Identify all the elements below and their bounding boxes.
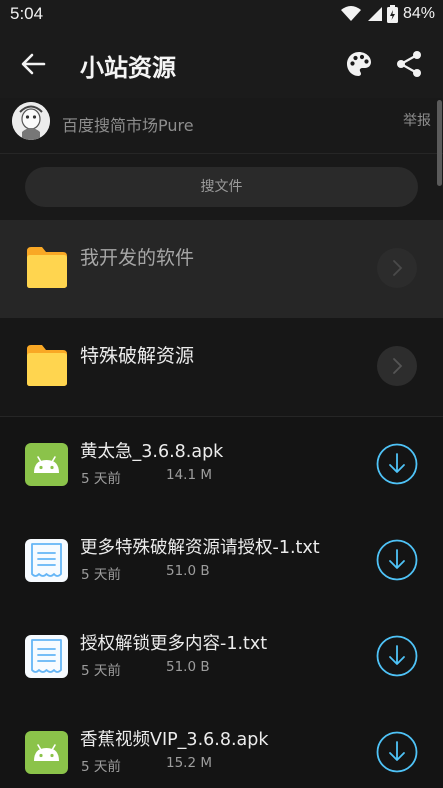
folder-row[interactable]: 我开发的软件 xyxy=(0,220,443,319)
folder-icon xyxy=(27,345,67,386)
battery-percent: 84% xyxy=(402,5,435,22)
battery-icon xyxy=(386,5,398,23)
download-icon[interactable] xyxy=(376,731,418,773)
search-area: 搜文件 xyxy=(0,154,443,220)
chevron-right-icon xyxy=(393,358,403,374)
page-title: 小站资源 xyxy=(80,54,176,82)
wifi-icon xyxy=(340,6,361,21)
file-name: 黄太急_3.6.8.apk xyxy=(80,442,224,462)
folder-name: 我开发的软件 xyxy=(80,247,195,269)
app-bar: 小站资源 xyxy=(0,30,443,98)
file-name: 香蕉视频VIP_3.6.8.apk xyxy=(80,730,269,750)
search-files-button[interactable]: 搜文件 xyxy=(25,167,418,207)
file-row[interactable]: 更多特殊破解资源请授权-1.txt 5 天前 51.0 B xyxy=(0,514,443,610)
chevron-right-icon xyxy=(393,260,403,276)
palette-icon[interactable] xyxy=(346,51,372,77)
folder-icon xyxy=(27,247,67,288)
file-size: 14.1 M xyxy=(166,467,212,483)
android-apk-icon xyxy=(25,731,68,774)
text-file-icon xyxy=(25,635,68,678)
file-size: 51.0 B xyxy=(166,563,210,579)
owner-name: 百度搜简市场Pure xyxy=(62,116,194,135)
back-arrow-icon[interactable] xyxy=(20,51,46,77)
status-icons: 84% xyxy=(340,5,435,23)
status-time: 5:04 xyxy=(10,4,44,23)
download-icon[interactable] xyxy=(376,443,418,485)
file-date: 5 天前 xyxy=(81,759,121,775)
text-file-icon xyxy=(25,539,68,582)
avatar[interactable] xyxy=(12,102,50,140)
file-name: 授权解锁更多内容-1.txt xyxy=(80,634,268,654)
file-row[interactable]: 香蕉视频VIP_3.6.8.apk 5 天前 15.2 M xyxy=(0,706,443,788)
folder-name: 特殊破解资源 xyxy=(80,345,195,367)
file-row[interactable]: 授权解锁更多内容-1.txt 5 天前 51.0 B xyxy=(0,610,443,706)
report-button[interactable]: 举报 xyxy=(403,110,431,130)
file-date: 5 天前 xyxy=(81,567,121,583)
share-icon[interactable] xyxy=(396,50,422,78)
download-icon[interactable] xyxy=(376,635,418,677)
file-size: 51.0 B xyxy=(166,659,210,675)
open-folder-button[interactable] xyxy=(377,346,417,386)
folder-row[interactable]: 特殊破解资源 xyxy=(0,318,443,417)
android-apk-icon xyxy=(25,443,68,486)
open-folder-button[interactable] xyxy=(377,248,417,288)
scrollbar[interactable] xyxy=(437,100,442,186)
file-name: 更多特殊破解资源请授权-1.txt xyxy=(80,538,320,558)
file-row[interactable]: 黄太急_3.6.8.apk 5 天前 14.1 M xyxy=(0,418,443,514)
signal-icon xyxy=(367,7,382,21)
owner-row: 百度搜简市场Pure 举报 xyxy=(0,98,443,154)
status-bar: 5:04 84% xyxy=(0,0,443,30)
download-icon[interactable] xyxy=(376,539,418,581)
file-date: 5 天前 xyxy=(81,663,121,679)
file-date: 5 天前 xyxy=(81,471,121,487)
file-size: 15.2 M xyxy=(166,755,212,771)
